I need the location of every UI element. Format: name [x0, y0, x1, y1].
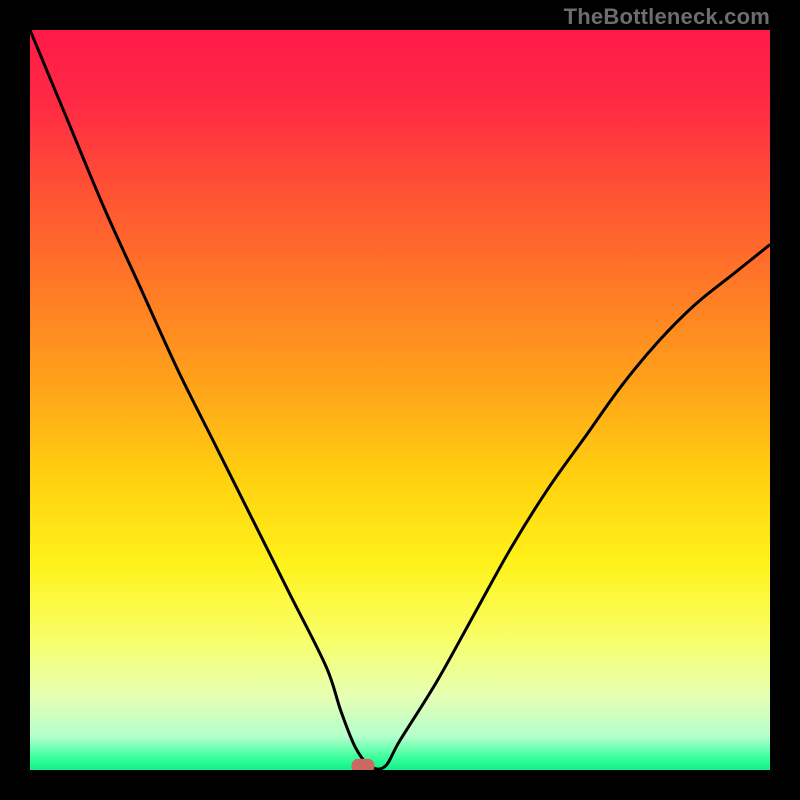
watermark-text: TheBottleneck.com: [564, 4, 770, 30]
plot-area: [30, 30, 770, 770]
chart-svg: [30, 30, 770, 770]
optimal-marker: [352, 759, 374, 770]
gradient-background: [30, 30, 770, 770]
chart-frame: TheBottleneck.com: [0, 0, 800, 800]
